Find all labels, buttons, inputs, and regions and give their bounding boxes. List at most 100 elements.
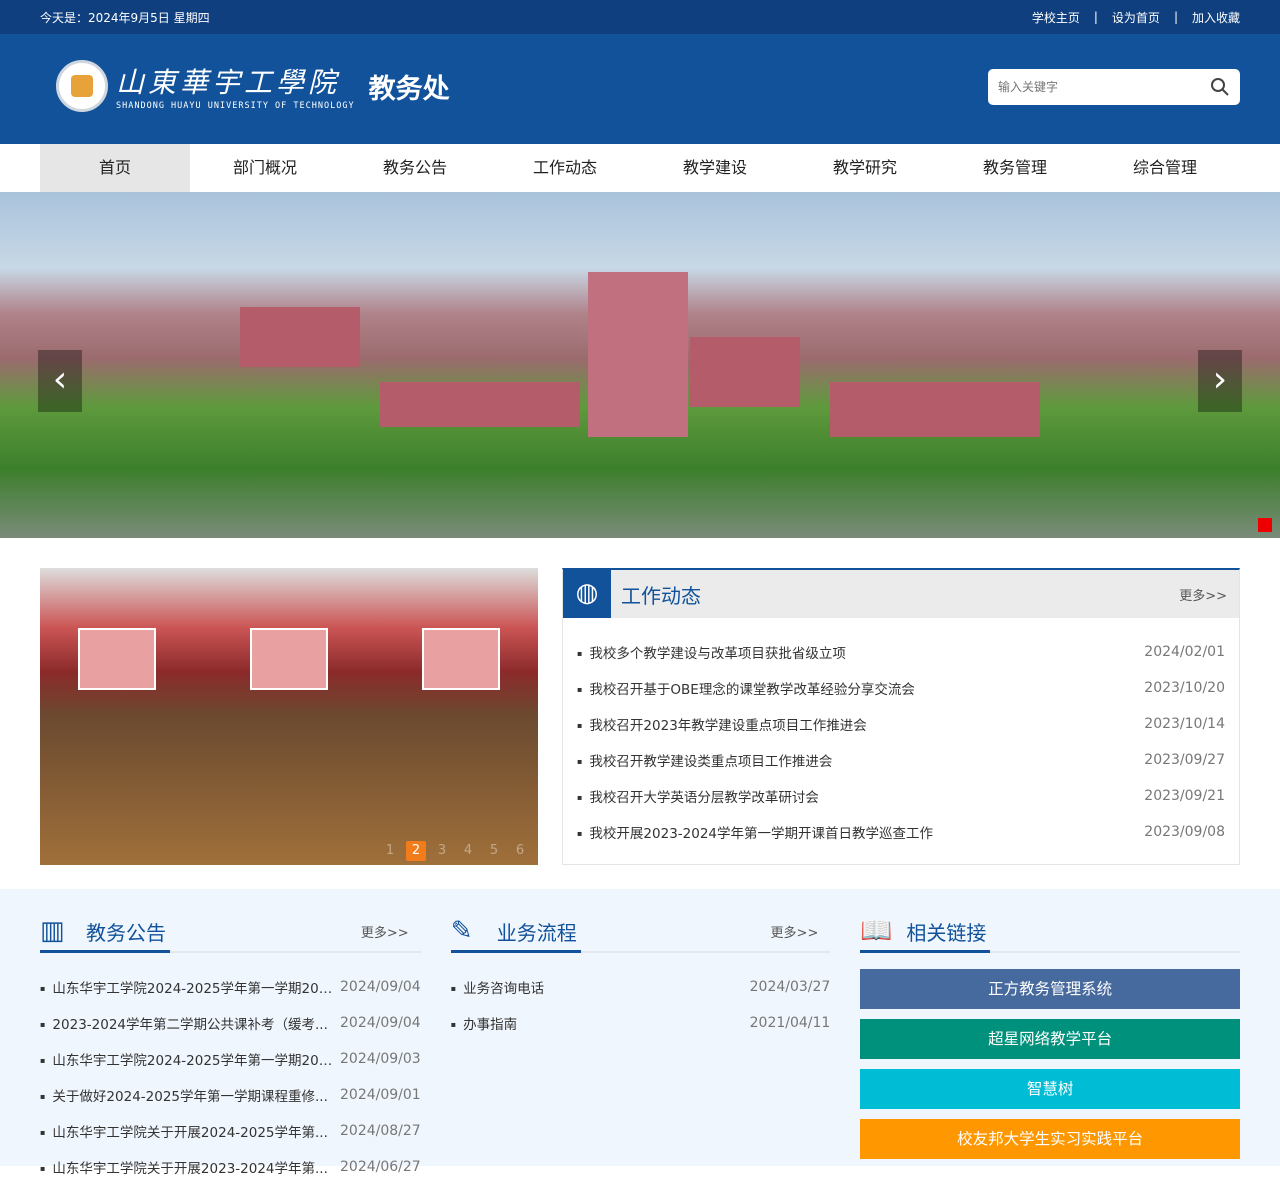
list-item[interactable]: 业务咨询电话 2024/03/27	[451, 969, 831, 1005]
building-shape	[240, 307, 360, 367]
related-link-button[interactable]: 智慧树	[860, 1069, 1240, 1109]
search-box	[988, 69, 1240, 105]
item-date: 2024/09/04	[340, 1015, 421, 1031]
school-name-cn: 山東華宇工學院	[116, 66, 341, 99]
nav-teaching-construction[interactable]: 教学建设	[640, 144, 790, 192]
nav-notices[interactable]: 教务公告	[340, 144, 490, 192]
item-title[interactable]: 业务咨询电话	[451, 977, 544, 997]
item-title[interactable]: 我校召开教学建设类重点项目工作推进会	[577, 750, 832, 770]
item-date: 2023/09/08	[1144, 824, 1225, 840]
banner-next-button[interactable]: ›	[1198, 350, 1242, 412]
building-shape	[380, 382, 580, 427]
work-news-panel: ◍ 工作动态 更多>> 我校多个教学建设与改革项目获批省级立项 2024/02/0…	[562, 568, 1240, 865]
nav-general-management[interactable]: 综合管理	[1090, 144, 1240, 192]
list-item[interactable]: 我校召开教学建设类重点项目工作推进会 2023/09/27	[577, 742, 1225, 778]
banner-prev-button[interactable]: ‹	[38, 350, 82, 412]
notice-panel: ▥ 教务公告 更多>> 山东华宇工学院2024-2025学年第一学期202...…	[40, 911, 421, 1177]
item-title[interactable]: 2023-2024学年第二学期公共课补考（缓考...	[40, 1013, 327, 1033]
nav-teaching-research[interactable]: 教学研究	[790, 144, 940, 192]
add-favorite-link[interactable]: 加入收藏	[1192, 9, 1240, 26]
logo[interactable]: 山東華宇工學院 SHANDONG HUAYU UNIVERSITY OF TEC…	[56, 60, 450, 112]
nav-home[interactable]: 首页	[40, 144, 190, 192]
list-item[interactable]: 办事指南 2021/04/11	[451, 1005, 831, 1041]
set-homepage-link[interactable]: 设为首页	[1112, 9, 1160, 26]
item-date: 2024/09/03	[340, 1051, 421, 1067]
item-title[interactable]: 办事指南	[451, 1013, 517, 1033]
process-panel: ✎ 业务流程 更多>> 业务咨询电话 2024/03/27 办事指南 2021/04/…	[450, 911, 831, 1166]
list-item[interactable]: 我校召开基于OBE理念的课堂教学改革经验分享交流会 2023/10/20	[577, 670, 1225, 706]
department-name: 教务处	[368, 73, 450, 105]
screen-shape	[78, 628, 156, 690]
building-shape	[830, 382, 1040, 437]
screen-shape	[250, 628, 328, 690]
links-title: 相关链接	[906, 920, 987, 945]
photo-dot[interactable]: 3	[432, 841, 452, 861]
top-bar: 今天是：2024年9月5日 星期四 学校主页 | 设为首页 | 加入收藏	[0, 0, 1280, 34]
notice-more-link[interactable]: 更多>>	[361, 922, 409, 941]
notice-title: 教务公告	[86, 920, 166, 945]
work-news-more-link[interactable]: 更多>>	[1179, 585, 1227, 604]
item-title[interactable]: 我校召开基于OBE理念的课堂教学改革经验分享交流会	[577, 678, 914, 698]
list-item[interactable]: 我校召开大学英语分层教学改革研讨会 2023/09/21	[577, 778, 1225, 814]
nav-academic-management[interactable]: 教务管理	[940, 144, 1090, 192]
nav-work-news[interactable]: 工作动态	[490, 144, 640, 192]
news-photo-slider[interactable]: 1 2 3 4 5 6	[40, 568, 538, 865]
date-text: 今天是：2024年9月5日 星期四	[40, 10, 210, 25]
search-input[interactable]	[998, 80, 1210, 94]
item-title[interactable]: 关于做好2024-2025学年第一学期课程重修...	[40, 1085, 327, 1105]
building-shape	[588, 272, 688, 437]
list-item[interactable]: 我校开展2023-2024学年第一学期开课首日教学巡查工作 2023/09/08	[577, 814, 1225, 850]
item-title[interactable]: 我校开展2023-2024学年第一学期开课首日教学巡查工作	[577, 822, 933, 842]
photo-dot-active[interactable]: 2	[406, 841, 426, 861]
building-icon: ▥	[40, 916, 65, 946]
banner-indicator[interactable]	[1258, 518, 1272, 532]
item-date: 2024/03/27	[749, 979, 831, 995]
school-name-en: SHANDONG HUAYU UNIVERSITY OF TECHNOLOGY	[116, 101, 355, 111]
item-date: 2024/06/27	[340, 1159, 421, 1175]
item-title[interactable]: 我校召开大学英语分层教学改革研讨会	[577, 786, 819, 806]
book-icon: 📖	[860, 916, 893, 946]
list-item[interactable]: 关于做好2024-2025学年第一学期课程重修... 2024/09/01	[40, 1077, 420, 1113]
item-date: 2021/04/11	[749, 1015, 831, 1031]
nav-department[interactable]: 部门概况	[190, 144, 340, 192]
item-title[interactable]: 山东华宇工学院2024-2025学年第一学期202...	[40, 977, 340, 997]
photo-dot[interactable]: 4	[458, 841, 478, 861]
campus-banner: ‹ ›	[0, 192, 1280, 538]
screen-shape	[422, 628, 500, 690]
item-title[interactable]: 我校召开2023年教学建设重点项目工作推进会	[577, 714, 866, 734]
process-more-link[interactable]: 更多>>	[771, 922, 819, 941]
list-item[interactable]: 山东华宇工学院关于开展2024-2025学年第... 2024/08/27	[40, 1113, 421, 1149]
item-title[interactable]: 我校多个教学建设与改革项目获批省级立项	[577, 642, 846, 662]
list-item[interactable]: 我校多个教学建设与改革项目获批省级立项 2024/02/01	[577, 634, 1225, 670]
school-home-link[interactable]: 学校主页	[1032, 9, 1080, 26]
list-item[interactable]: 我校召开2023年教学建设重点项目工作推进会 2023/10/14	[577, 706, 1225, 742]
list-item[interactable]: 山东华宇工学院2024-2025学年第一学期202...2024/09/03	[40, 1041, 421, 1077]
photo-pagination: 1 2 3 4 5 6	[380, 841, 530, 861]
item-title[interactable]: 山东华宇工学院2024-2025学年第一学期202...	[40, 1049, 340, 1069]
item-title[interactable]: 山东华宇工学院关于开展2024-2025学年第...	[40, 1121, 327, 1141]
item-date: 2024/08/27	[340, 1123, 421, 1139]
list-item[interactable]: 2023-2024学年第二学期公共课补考（缓考... 2024/09/04	[40, 1005, 421, 1041]
related-link-button[interactable]: 超星网络教学平台	[860, 1019, 1240, 1059]
photo-dot[interactable]: 5	[484, 841, 504, 861]
photo-dot[interactable]: 6	[510, 841, 530, 861]
separator: |	[1093, 10, 1098, 24]
related-link-button[interactable]: 校友邦大学生实习实践平台	[860, 1119, 1240, 1159]
process-title: 业务流程	[496, 920, 577, 945]
globe-icon: ◍	[563, 568, 611, 618]
links-panel: 📖 相关链接 正方教务管理系统 超星网络教学平台 智慧树校友邦大学生实习实践平台	[860, 911, 1240, 1166]
edit-icon: ✎	[450, 916, 473, 946]
list-item[interactable]: 山东华宇工学院关于开展2023-2024学年第... 2024/06/27	[40, 1149, 421, 1185]
item-date: 2023/09/27	[1144, 752, 1225, 768]
building-shape	[690, 337, 800, 407]
related-link-button[interactable]: 正方教务管理系统	[860, 969, 1240, 1009]
search-icon[interactable]	[1210, 77, 1230, 97]
header: 山東華宇工學院 SHANDONG HUAYU UNIVERSITY OF TEC…	[0, 34, 1280, 144]
photo-dot[interactable]: 1	[380, 841, 400, 861]
item-date: 2023/09/21	[1144, 788, 1225, 804]
work-news-title: 工作动态	[621, 583, 701, 608]
main-nav: 首页 部门概况 教务公告 工作动态 教学建设 教学研究 教务管理 综合管理	[0, 144, 1280, 192]
list-item[interactable]: 山东华宇工学院2024-2025学年第一学期202...2024/09/04	[40, 969, 420, 1005]
item-title[interactable]: 山东华宇工学院关于开展2023-2024学年第...	[40, 1157, 327, 1177]
item-date: 2024/02/01	[1144, 644, 1225, 660]
